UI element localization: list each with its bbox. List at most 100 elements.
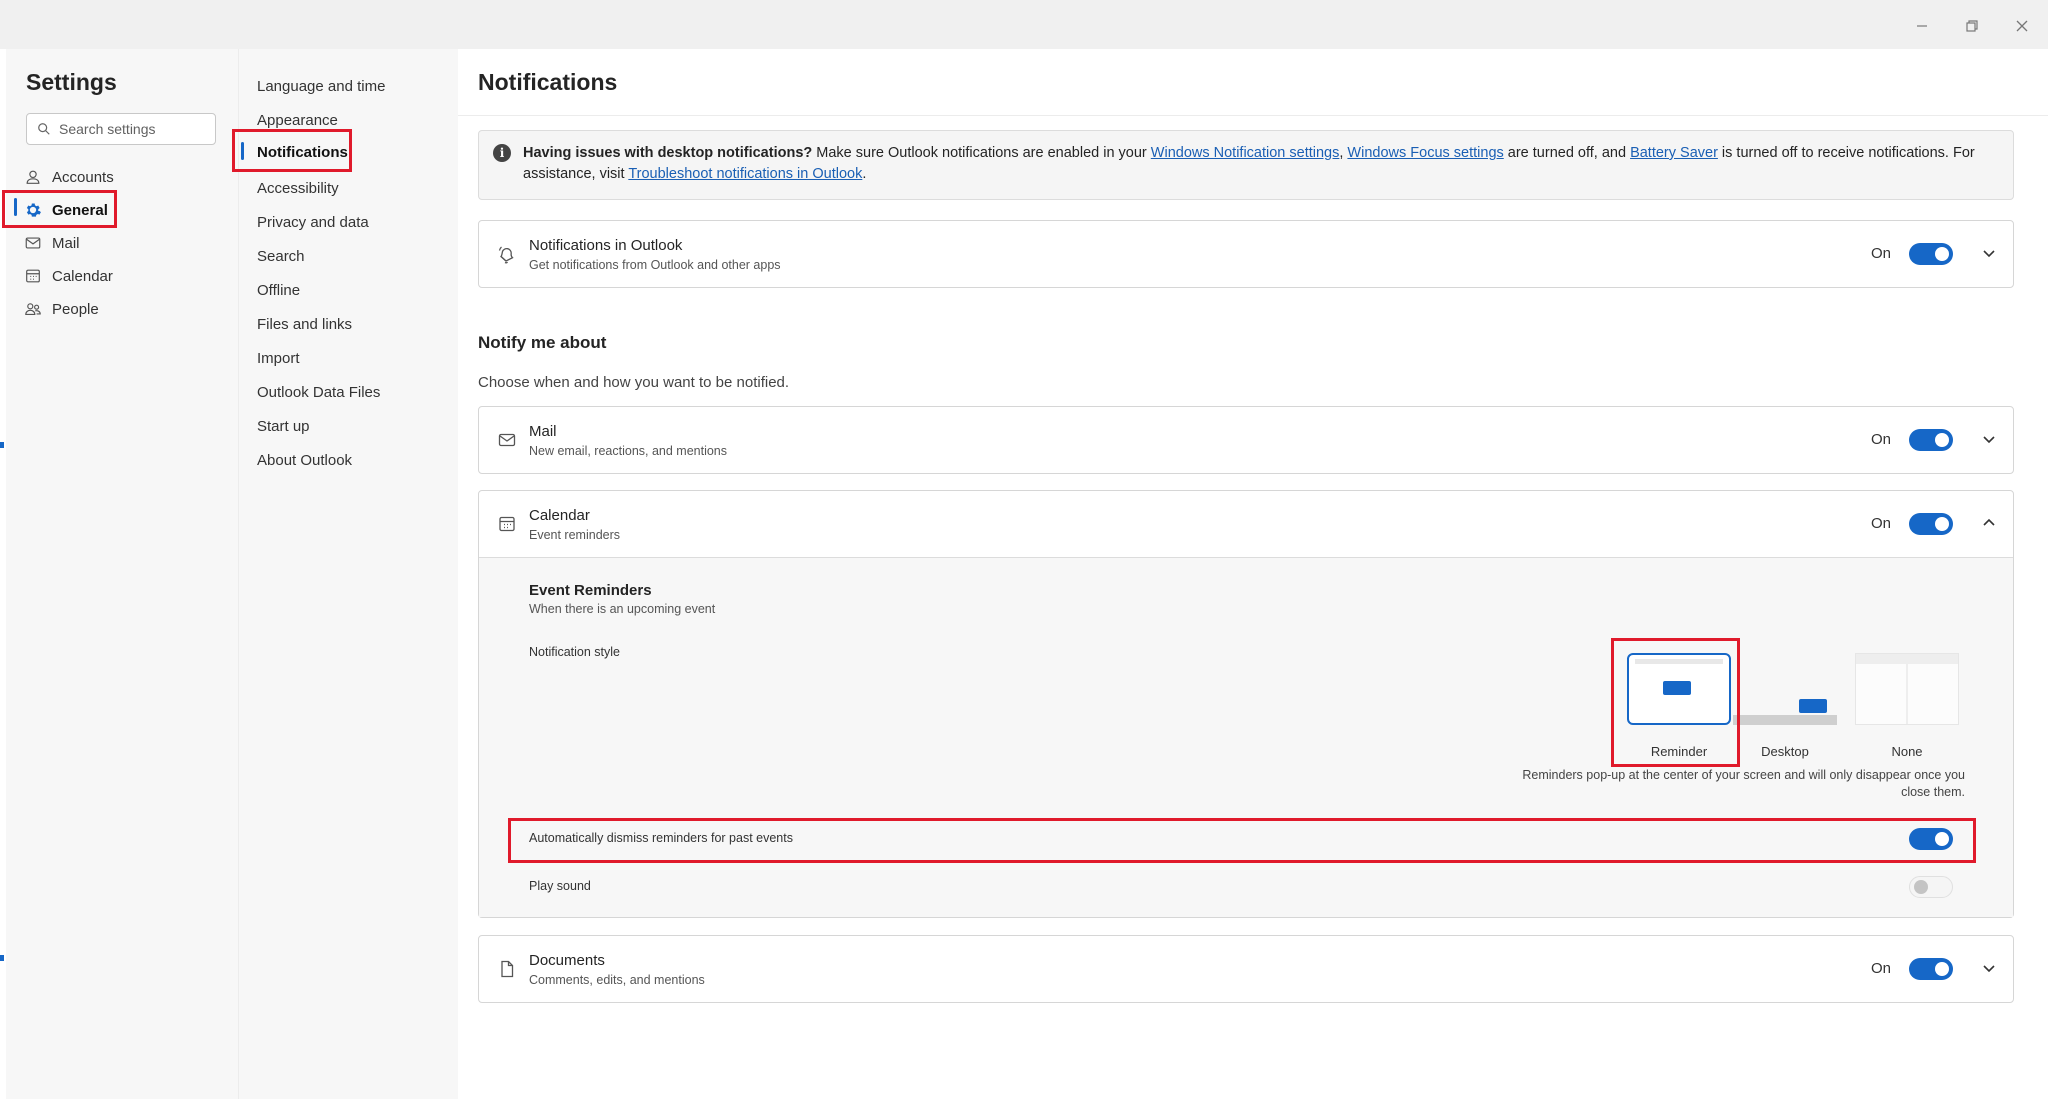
minimize-icon[interactable] [1908,12,1936,40]
toggle-state-label: On [1870,431,1891,448]
notifications-page: Notifications i Having issues with deskt… [458,49,2048,1099]
people-icon [25,303,41,315]
general-subnav-pane: Language and time Appearance Notificatio… [232,49,458,1099]
page-title: Notifications [478,69,618,95]
subnav-start-up[interactable]: Start up [257,413,310,439]
documents-notifications-toggle[interactable] [1909,958,1953,980]
card-subtitle: Comments, edits, and mentions [529,973,705,987]
mail-notifications-card: Mail New email, reactions, and mentions … [478,406,2014,474]
card-header[interactable]: Documents Comments, edits, and mentions … [479,936,2013,1002]
close-icon[interactable] [2008,12,2036,40]
divider [458,115,2048,116]
subnav-outlook-data-files[interactable]: Outlook Data Files [257,379,380,405]
style-option-reminder[interactable] [1627,653,1731,725]
subnav-notifications[interactable]: Notifications [257,139,348,165]
card-header[interactable]: Mail New email, reactions, and mentions … [479,407,2013,473]
play-sound-toggle[interactable] [1909,876,1953,898]
info-text: are turned off, and [1503,145,1631,161]
notification-style-description: Reminders pop-up at the center of your s… [1522,768,1965,799]
troubleshoot-notifications-link[interactable]: Troubleshoot notifications in Outlook [628,166,862,182]
subnav-import[interactable]: Import [257,345,300,371]
preview-column [1906,664,1908,724]
settings-window: Settings Accounts General Mail Calendar … [2,49,2048,1099]
event-reminders-title: Event Reminders [529,582,652,599]
card-title: Notifications in Outlook [529,237,683,254]
preview-taskbar [1733,715,1837,725]
search-settings-box[interactable] [26,113,216,145]
info-icon: i [493,144,511,162]
card-subtitle: Get notifications from Outlook and other… [529,258,781,272]
settings-nav-pane: Settings Accounts General Mail Calendar … [6,49,238,1099]
preview-toast [1799,699,1827,713]
chevron-down-icon[interactable] [1979,958,1999,978]
card-header[interactable]: Notifications in Outlook Get notificatio… [479,221,2013,287]
calendar-notifications-toggle[interactable] [1909,513,1953,535]
notifications-in-outlook-toggle[interactable] [1909,243,1953,265]
search-icon [38,123,50,135]
preview-header [1856,654,1958,664]
chevron-up-icon[interactable] [1979,513,1999,533]
search-settings-input[interactable] [59,121,209,137]
nav-item-label: Calendar [52,267,113,285]
subnav-language-and-time[interactable]: Language and time [257,73,385,99]
preview-titlebar [1635,659,1723,664]
preview-popup [1663,681,1691,695]
play-sound-label: Play sound [529,879,591,893]
background-window-mark [0,442,4,448]
card-header[interactable]: Calendar Event reminders On [479,491,2013,557]
chevron-down-icon[interactable] [1979,243,1999,263]
card-subtitle: Event reminders [529,528,621,542]
nav-item-general[interactable]: General [24,195,108,225]
mail-notifications-toggle[interactable] [1909,429,1953,451]
card-title: Documents [529,952,605,969]
subnav-privacy-and-data[interactable]: Privacy and data [257,209,369,235]
notification-style-label: Notification style [529,645,621,659]
info-text: . [862,166,867,182]
calendar-icon [499,516,515,532]
info-text: Make sure Outlook notifications are enab… [812,145,1151,161]
selected-indicator [241,142,244,160]
style-option-label: Desktop [1761,744,1809,759]
windows-notification-settings-link[interactable]: Windows Notification settings [1151,145,1340,161]
notifications-in-outlook-card: Notifications in Outlook Get notificatio… [478,220,2014,288]
style-option-desktop[interactable] [1733,653,1837,725]
mail-icon [25,237,41,249]
subnav-appearance[interactable]: Appearance [257,107,338,133]
subnav-about-outlook[interactable]: About Outlook [257,447,352,473]
calendar-icon [26,269,40,283]
title-bar [0,0,2048,49]
nav-item-calendar[interactable]: Calendar [24,261,113,291]
info-banner: i Having issues with desktop notificatio… [478,130,2014,200]
subnav-files-and-links[interactable]: Files and links [257,311,352,337]
style-option-none[interactable] [1855,653,1959,725]
selected-indicator [14,198,17,216]
nav-item-accounts[interactable]: Accounts [24,162,114,192]
subnav-accessibility[interactable]: Accessibility [257,175,339,201]
settings-title: Settings [26,69,117,95]
subnav-search[interactable]: Search [257,243,305,269]
background-window-mark [0,955,4,961]
calendar-settings-panel: Event Reminders When there is an upcomin… [479,557,2013,917]
subnav-offline[interactable]: Offline [257,277,300,303]
battery-saver-link[interactable]: Battery Saver [1630,145,1718,161]
auto-dismiss-label: Automatically dismiss reminders for past… [529,831,793,845]
toggle-state-label: On [1870,245,1891,262]
windows-focus-settings-link[interactable]: Windows Focus settings [1347,145,1503,161]
person-icon [26,170,40,184]
document-icon [501,960,514,978]
nav-item-label: People [52,300,99,318]
nav-item-label: Mail [52,234,80,252]
gear-icon [26,203,41,217]
nav-item-mail[interactable]: Mail [24,228,80,258]
card-title: Calendar [529,507,590,524]
mail-icon [498,433,516,447]
nav-item-label: Accounts [52,168,114,186]
restore-icon[interactable] [1958,12,1986,40]
chevron-down-icon[interactable] [1979,429,1999,449]
notification-bell-icon [498,246,514,264]
toggle-state-label: On [1870,515,1891,532]
toggle-state-label: On [1870,960,1891,977]
auto-dismiss-toggle[interactable] [1909,828,1953,850]
documents-notifications-card: Documents Comments, edits, and mentions … [478,935,2014,1003]
nav-item-people[interactable]: People [24,294,99,324]
